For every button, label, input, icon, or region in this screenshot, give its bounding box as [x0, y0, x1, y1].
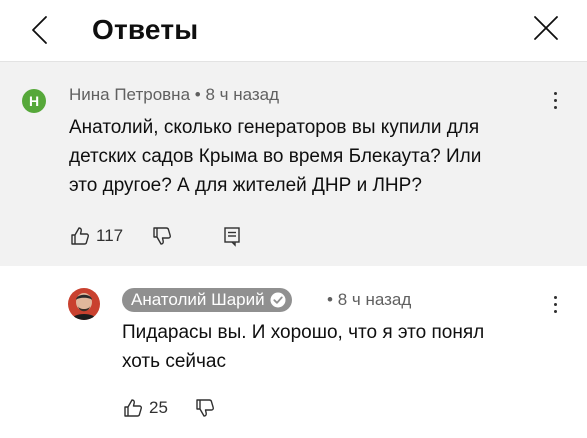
meta-separator: • — [194, 85, 201, 104]
page-title: Ответы — [92, 14, 199, 45]
comment-author[interactable]: Нина Петровна — [69, 85, 190, 104]
reply-icon[interactable] — [221, 225, 243, 247]
comment-text-line: Анатолий, сколько генераторов вы купили … — [69, 117, 480, 138]
like-count: 25 — [149, 398, 168, 417]
like-count: 117 — [96, 226, 124, 245]
more-vertical-icon[interactable] — [548, 294, 562, 316]
comment-time: 8 ч назад — [205, 85, 280, 104]
meta-separator: • — [327, 290, 333, 309]
comment-item: Н Нина Петровна • 8 ч назад Анатолий, ск… — [0, 62, 587, 266]
thumb-up-icon[interactable] — [122, 397, 144, 419]
verified-check-icon — [270, 292, 286, 308]
chevron-left-icon[interactable] — [22, 12, 58, 48]
thumb-up-icon[interactable] — [69, 225, 91, 247]
close-icon[interactable] — [528, 10, 564, 46]
reply-text-line: хоть сейчас — [122, 351, 226, 372]
avatar[interactable] — [68, 288, 100, 320]
avatar[interactable]: Н — [22, 89, 46, 113]
reply-time: 8 ч назад — [337, 290, 412, 309]
comment-meta: Нина Петровна • 8 ч назад — [69, 84, 279, 106]
replies-header: Ответы — [0, 0, 587, 62]
comment-actions: 117 — [69, 224, 243, 248]
reply-meta: • 8 ч назад — [327, 289, 411, 311]
comment-text-line: это другое? А для жителей ДНР и ЛНР? — [69, 175, 422, 196]
comment-text-line: детских садов Крыма во время Блекаута? И… — [69, 146, 482, 167]
reply-item: Анатолий Шарий • 8 ч назад Пидарасы вы. … — [0, 266, 587, 438]
reply-actions: 25 — [122, 396, 216, 420]
reply-text: Пидарасы вы. И хорошо, что я это понял х… — [122, 318, 552, 376]
comment-text: Анатолий, сколько генераторов вы купили … — [69, 113, 559, 200]
author-badge[interactable]: Анатолий Шарий — [122, 288, 292, 312]
reply-author: Анатолий Шарий — [131, 290, 265, 309]
thumb-down-icon[interactable] — [151, 225, 173, 247]
reply-text-line: Пидарасы вы. И хорошо, что я это понял — [122, 322, 485, 343]
thumb-down-icon[interactable] — [194, 397, 216, 419]
more-vertical-icon[interactable] — [548, 90, 562, 112]
